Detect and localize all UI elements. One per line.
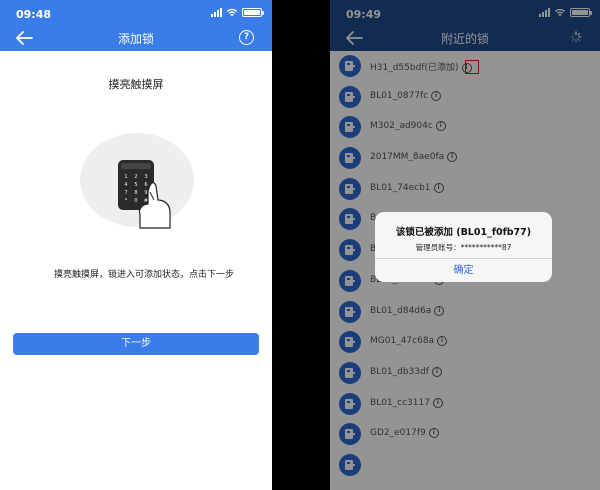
confirm-button[interactable]: 确定 [375,259,552,282]
keypad-key: 8 [134,190,137,196]
status-time: 09:48 [16,8,52,21]
keypad-key: 4 [124,182,127,188]
cellular-signal-icon [211,8,222,17]
keypad-key: 9 [144,190,147,196]
instruction-title: 摸亮触摸屏 [108,78,164,91]
keypad-touch-illustration: 1 2 34 5 67 8 9* 0 # [80,133,194,229]
keypad-key: 1 [124,174,127,180]
keypad-key: 0 [134,198,137,204]
wifi-icon [226,8,238,17]
battery-icon [242,8,264,17]
help-icon[interactable]: ? [239,30,254,45]
status-icons [211,8,264,17]
next-step-button[interactable]: 下一步 [13,333,259,355]
keypad-key: 5 [134,182,137,188]
add-lock-screen: 09:48 添加锁 ? 摸亮触摸屏 1 2 3 4 5 6 7 8 9 * 0 # 摸亮触摸屏，锁进入… [0,0,272,490]
already-added-alert: 该锁已被添加 (BL01_f0fb77) 管理员账号：***********87… [375,212,552,282]
alert-title: 该锁已被添加 (BL01_f0fb77) [395,227,532,238]
nav-bar: 添加锁 ? [0,26,272,51]
nearby-locks-screen: 09:49 附近的锁 H31_d55bdf(已添加) i BL01_0877fc i M… [330,0,600,490]
keypad-key: 3 [144,174,147,180]
instruction-text: 摸亮触摸屏，锁进入可添加状态，点击下一步 [53,270,234,280]
keypad-key: 2 [134,174,137,180]
alert-message: 管理员账号：***********87 [415,243,512,252]
status-bar: 09:48 [0,0,272,26]
keypad-key: 6 [144,182,147,188]
keypad-key: 7 [124,190,127,196]
page-title: 添加锁 [117,32,154,46]
